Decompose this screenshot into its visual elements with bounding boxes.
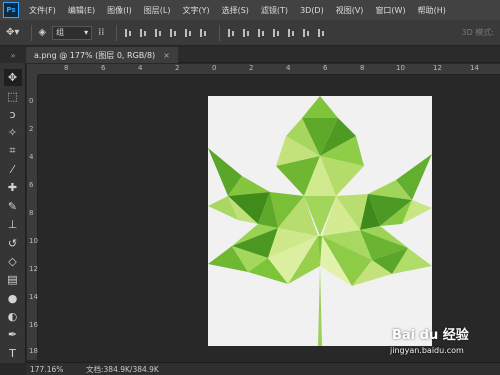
menu-help[interactable]: 帮助(H) [412,5,452,16]
auto-select-icon[interactable]: ◈ [38,27,46,38]
transform-controls-icon[interactable]: ⁞⁞ [98,27,104,38]
watermark-url: jingyan.baidu.com [390,346,464,355]
auto-select-value: 组 [56,28,65,37]
clone-stamp-tool-icon[interactable]: ⊥ [4,216,22,233]
ruler-tick-label: 16 [29,321,38,329]
ruler-tick-label: 0 [212,64,217,72]
tools-panel: ✥ ⬚ ↄ ✧ ⌗ ⁄ ✚ ✎ ⊥ ↺ ◇ ▤ ● ◐ ✒ T [0,63,26,363]
distribute-bottom-icon[interactable] [256,28,266,38]
menu-image[interactable]: 图像(I) [101,5,138,16]
align-left-icon[interactable] [168,28,178,38]
healing-brush-tool-icon[interactable]: ✚ [4,179,22,196]
document-tab[interactable]: a.png @ 177% (图层 0, RGB/8) × [26,47,178,63]
pen-tool-icon[interactable]: ✒ [4,326,22,343]
crop-tool-icon[interactable]: ⌗ [4,143,22,160]
distribute-left-icon[interactable] [271,28,281,38]
options-bar: ✥▾ ◈ 组 ▾ ⁞⁞ 3D 模式: [0,20,500,46]
ruler-tick-label: 8 [29,209,34,217]
distribute-hcenter-icon[interactable] [286,28,296,38]
history-brush-tool-icon[interactable]: ↺ [4,234,22,251]
align-top-icon[interactable] [123,28,133,38]
menu-window[interactable]: 窗口(W) [369,5,411,16]
menu-bar: Ps 文件(F) 编辑(E) 图像(I) 图层(L) 文字(Y) 选择(S) 滤… [0,0,500,20]
menu-file[interactable]: 文件(F) [23,5,62,16]
lasso-tool-icon[interactable]: ↄ [4,106,22,123]
ruler-tick-label: 10 [396,64,405,72]
brush-tool-icon[interactable]: ✎ [4,198,22,215]
divider [219,24,221,41]
align-vcenter-icon[interactable] [138,28,148,38]
document-tab-strip: a.png @ 177% (图层 0, RGB/8) × [26,47,500,63]
menu-type[interactable]: 文字(Y) [176,5,215,16]
eraser-tool-icon[interactable]: ◇ [4,253,22,270]
ruler-tick-label: 2 [29,125,34,133]
blur-tool-icon[interactable]: ● [4,290,22,307]
close-icon[interactable]: × [163,51,170,60]
magic-wand-tool-icon[interactable]: ✧ [4,124,22,141]
divider [31,24,33,41]
ruler-tick-label: 4 [286,64,291,72]
ruler-tick-label: 4 [29,153,34,161]
ruler-tick-label: 6 [29,181,34,189]
menu-layer[interactable]: 图层(L) [138,5,177,16]
ruler-tick-label: 6 [101,64,106,72]
ruler-tick-label: 8 [360,64,365,72]
auto-align-icon[interactable] [316,28,326,38]
distribute-top-icon[interactable] [226,28,236,38]
marquee-tool-icon[interactable]: ⬚ [4,87,22,104]
menu-edit[interactable]: 编辑(E) [62,5,101,16]
align-hcenter-icon[interactable] [183,28,193,38]
watermark-brand: Bai du 经验 [392,328,469,343]
ruler-tick-label: 14 [470,64,479,72]
ruler-tick-label: 10 [29,237,38,245]
vertical-ruler[interactable]: 0 2 4 6 8 10 12 14 16 18 [27,75,38,360]
3d-mode-label: 3D 模式: [461,28,495,37]
image-canvas[interactable] [208,96,432,346]
ruler-tick-label: 12 [433,64,442,72]
ruler-origin[interactable] [27,64,38,75]
ruler-tick-label: 6 [323,64,328,72]
move-tool-preset-icon[interactable]: ✥▾ [6,27,19,38]
horizontal-ruler[interactable]: 8 6 4 2 0 2 4 6 8 10 12 14 [38,64,500,75]
menu-filter[interactable]: 滤镜(T) [255,5,294,16]
gradient-tool-icon[interactable]: ▤ [4,271,22,288]
ruler-tick-label: 8 [64,64,69,72]
document-tab-label: a.png @ 177% (图层 0, RGB/8) [34,50,156,60]
baidu-watermark: Bai du 经验 jingyan.baidu.com [388,316,500,372]
ruler-tick-label: 0 [29,97,34,105]
toolbar-collapse-icon[interactable]: » [0,47,26,63]
ruler-tick-label: 4 [138,64,143,72]
menu-view[interactable]: 视图(V) [330,5,370,16]
ruler-tick-label: 2 [175,64,180,72]
document-size-info[interactable]: 文档:384.9K/384.9K [86,364,159,375]
move-tool-icon[interactable]: ✥ [3,69,22,87]
ruler-tick-label: 12 [29,265,38,273]
photoshop-logo[interactable]: Ps [3,2,19,18]
leaf-artwork [208,96,432,346]
menu-3d[interactable]: 3D(D) [294,6,330,15]
zoom-level[interactable]: 177.16% [26,365,76,374]
ruler-tick-label: 2 [249,64,254,72]
menu-select[interactable]: 选择(S) [216,5,255,16]
distribute-vcenter-icon[interactable] [241,28,251,38]
distribute-right-icon[interactable] [301,28,311,38]
divider [116,24,118,41]
ruler-tick-label: 18 [29,347,38,355]
type-tool-icon[interactable]: T [4,345,22,362]
auto-select-dropdown[interactable]: 组 ▾ [52,25,93,40]
align-right-icon[interactable] [198,28,208,38]
eyedropper-tool-icon[interactable]: ⁄ [4,161,22,178]
chevron-down-icon: ▾ [84,28,89,37]
ruler-tick-label: 14 [29,293,38,301]
align-bottom-icon[interactable] [153,28,163,38]
dodge-tool-icon[interactable]: ◐ [4,308,22,325]
